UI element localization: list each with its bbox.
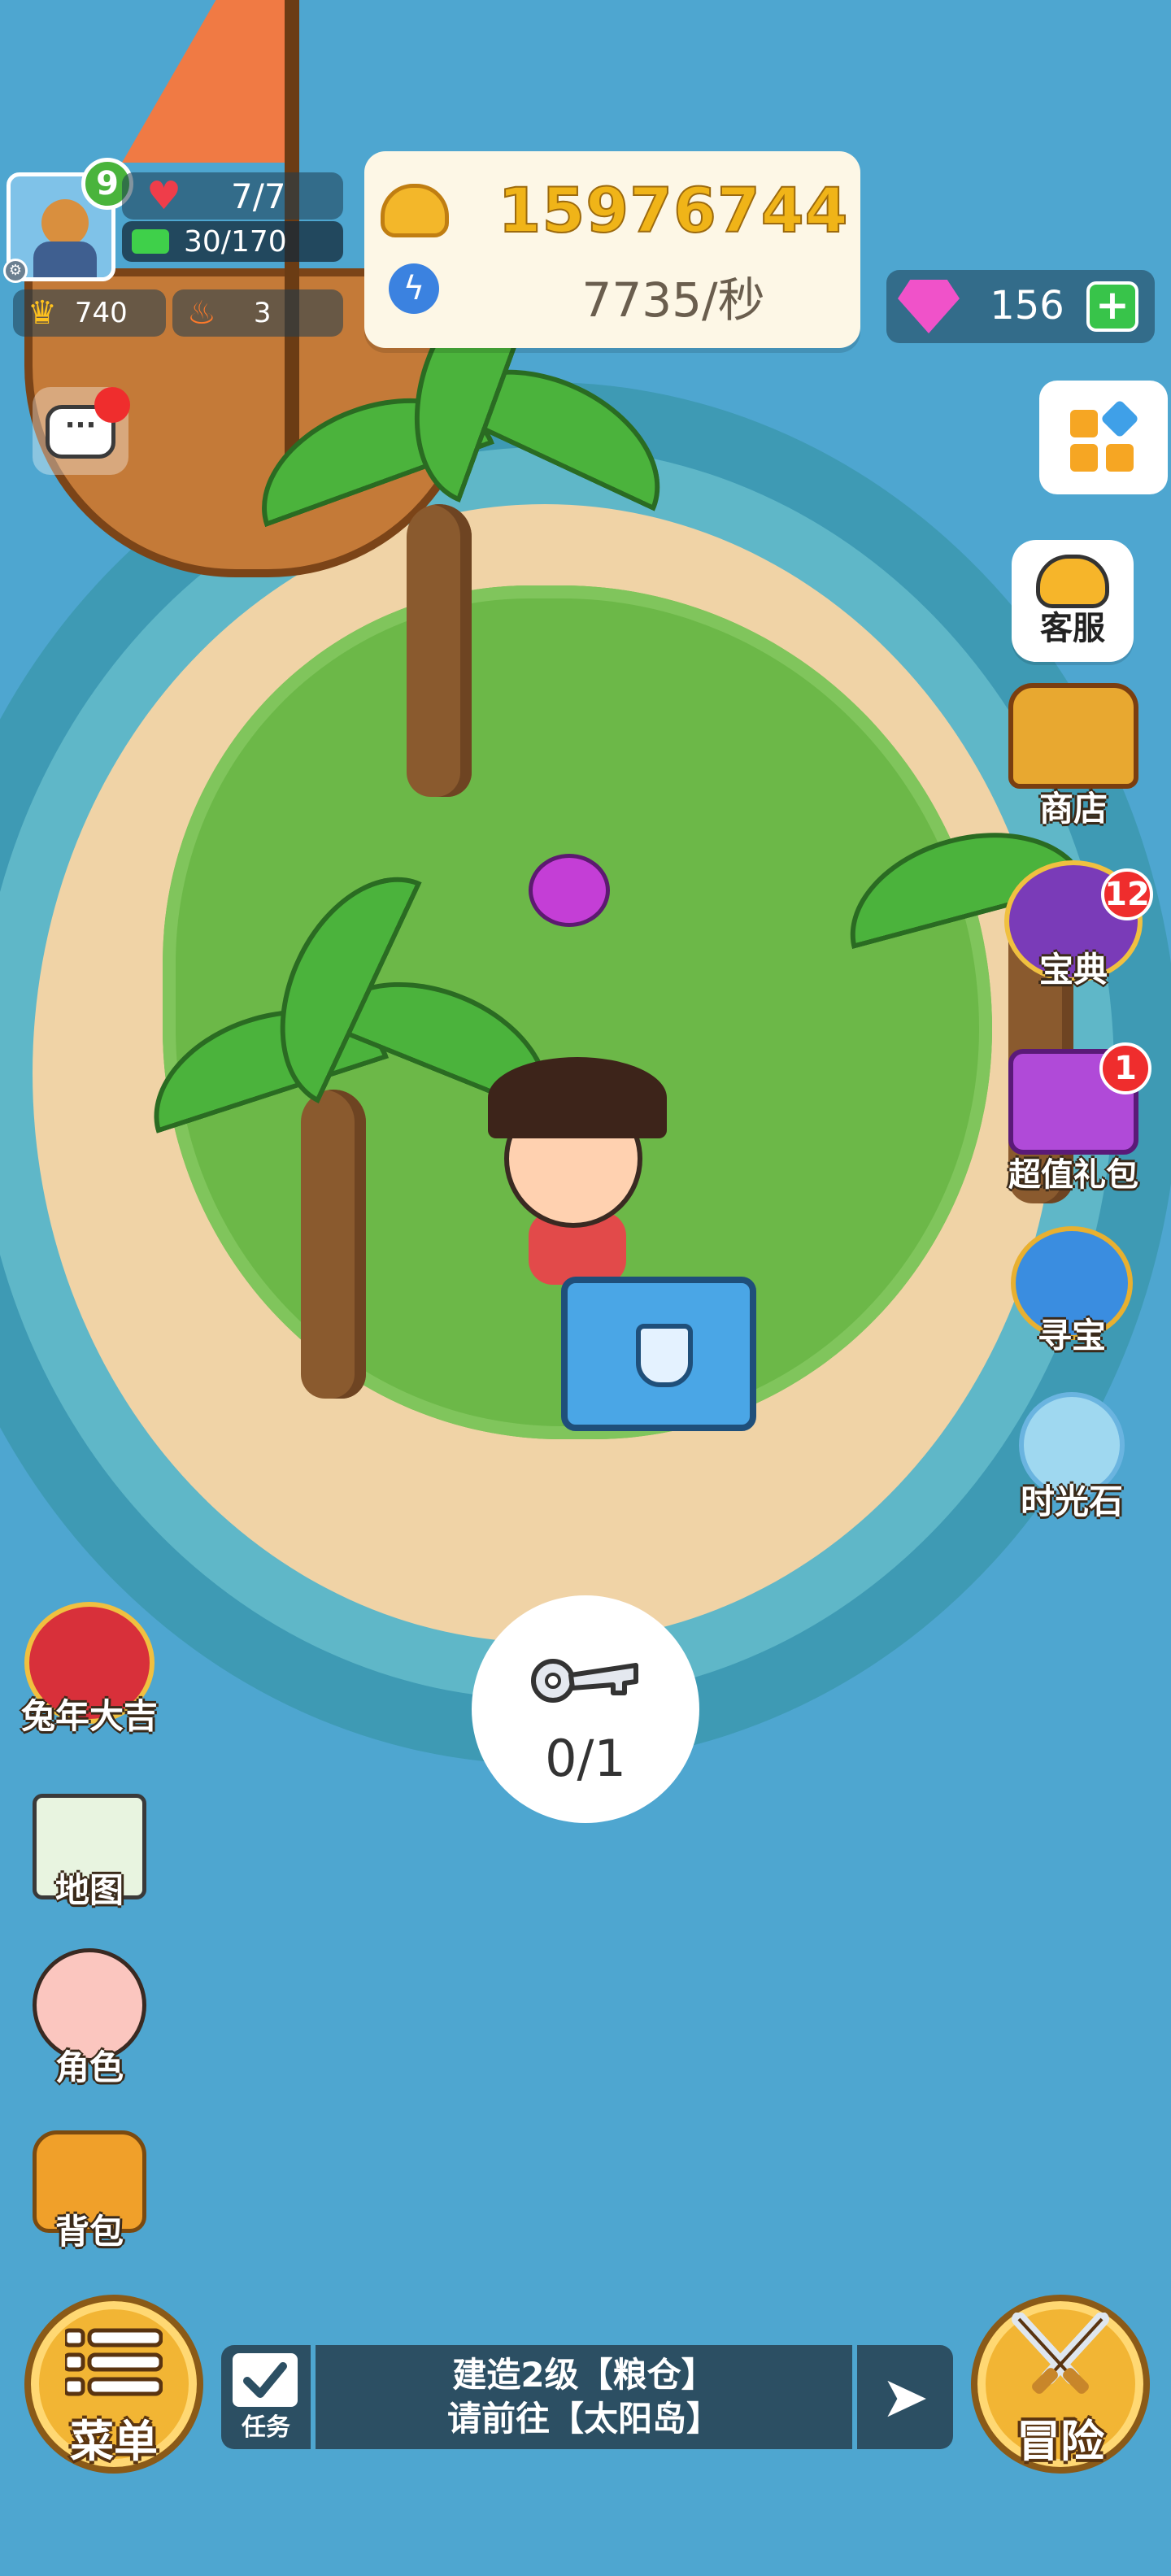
avatar-face [41,199,89,246]
quest-line-2: 请前往【太阳岛】 [446,2399,720,2439]
treasure-hunt-label: 寻宝 [1037,1316,1106,1355]
time-stone-label: 时光石 [1020,1482,1123,1521]
key-counter[interactable]: 0/1 [472,1595,699,1823]
grid-icon [1106,444,1134,472]
add-gems-button[interactable]: + [1086,281,1138,332]
coin-stack-icon [381,184,449,237]
settings-gear-icon[interactable]: ⚙ [3,259,28,283]
hp-display: ♥ 7/7 [122,172,343,220]
gift-pack-label: 超值礼包 [1008,1156,1138,1194]
shop-chest-icon [1008,683,1138,789]
pirate-hat [488,1057,667,1138]
go-to-quest-button[interactable]: ➤ [857,2345,953,2449]
adventure-label: 冒险 [1016,2416,1104,2467]
task-button[interactable]: 任务 [221,2345,311,2449]
fire-icon: ♨ [187,294,216,332]
menu-label: 菜单 [70,2416,158,2467]
crown-value: 740 [74,297,128,329]
character-button[interactable]: 角色 [8,1948,171,2088]
lightning-icon: ϟ [389,263,439,314]
customer-service-button[interactable]: 客服 [1012,540,1134,662]
grid-icon [1070,410,1098,437]
character-face-icon [33,1948,146,2062]
hp-value: 7/7 [231,176,286,216]
avatar-body [33,242,97,277]
boat-sail [122,0,293,163]
menu-button[interactable]: 菜单 [24,2295,203,2474]
apps-grid-button[interactable] [1039,381,1168,494]
clipboard-icon [233,2353,298,2407]
gem-display: 156 + [886,270,1155,343]
purple-bird[interactable] [529,854,610,927]
gift-pack-button[interactable]: 超值礼包 1 [992,1042,1155,1195]
quest-line-1: 建造2级【粮仓】 [452,2355,716,2395]
map-button[interactable]: 地图 [8,1794,171,1911]
treasure-chest[interactable] [561,1277,756,1431]
fire-value: 3 [253,297,272,329]
headset-icon [1036,555,1109,608]
task-label: 任务 [242,2413,290,2442]
codex-label: 宝典 [1038,950,1108,990]
time-stone-button[interactable]: 时光石 [990,1392,1153,1522]
coin-panel: 15976744 ϟ 7735/秒 [364,151,860,348]
list-icon [65,2328,163,2396]
palm-trunk [301,1090,366,1399]
energy-bar-icon [132,229,169,254]
quest-text: 建造2级【粮仓】 请前往【太阳岛】 [316,2345,852,2449]
grid-icon [1099,398,1140,439]
rabbit-year-event-button[interactable]: 兔年大吉 [8,1602,171,1737]
coin-value: 15976744 [497,173,849,247]
gem-value: 156 [990,283,1064,329]
key-count: 0/1 [545,1729,626,1788]
coin-rate: 7735/秒 [581,272,765,328]
backpack-label: 背包 [54,2212,124,2252]
quest-bar[interactable]: 任务 建造2级【粮仓】 请前往【太阳岛】 ➤ [221,2345,953,2449]
adventure-button[interactable]: 冒险 [971,2295,1150,2474]
character-label: 角色 [54,2047,124,2087]
codex-button[interactable]: 宝典 12 [992,860,1155,990]
crossed-swords-icon [1012,2313,1109,2394]
customer-service-label: 客服 [1040,610,1105,647]
shop-label: 商店 [1038,789,1108,829]
check-icon [243,2362,287,2398]
shop-button[interactable]: 商店 [992,683,1155,829]
gem-icon [898,280,960,333]
map-label: 地图 [54,1870,124,1910]
chat-button[interactable]: ··· [33,387,130,475]
energy-display: 30/170 [122,221,343,262]
crown-display: ♛ 740 [13,289,166,337]
palm-trunk [407,504,472,797]
gift-badge: 1 [1099,1042,1151,1094]
rabbit-year-label: 兔年大吉 [20,1696,158,1736]
heart-icon: ♥ [146,173,182,219]
energy-value: 30/170 [184,224,287,259]
codex-badge: 12 [1101,868,1153,920]
grid-icon [1070,444,1098,472]
arrow-right-icon: ➤ [881,2364,929,2430]
backpack-button[interactable]: 背包 [8,2130,171,2252]
fire-display: ♨ 3 [172,289,343,337]
notification-dot [94,387,130,423]
treasure-hunt-button[interactable]: 寻宝 [990,1226,1153,1356]
crown-icon: ♛ [28,294,57,332]
key-icon [531,1659,638,1703]
